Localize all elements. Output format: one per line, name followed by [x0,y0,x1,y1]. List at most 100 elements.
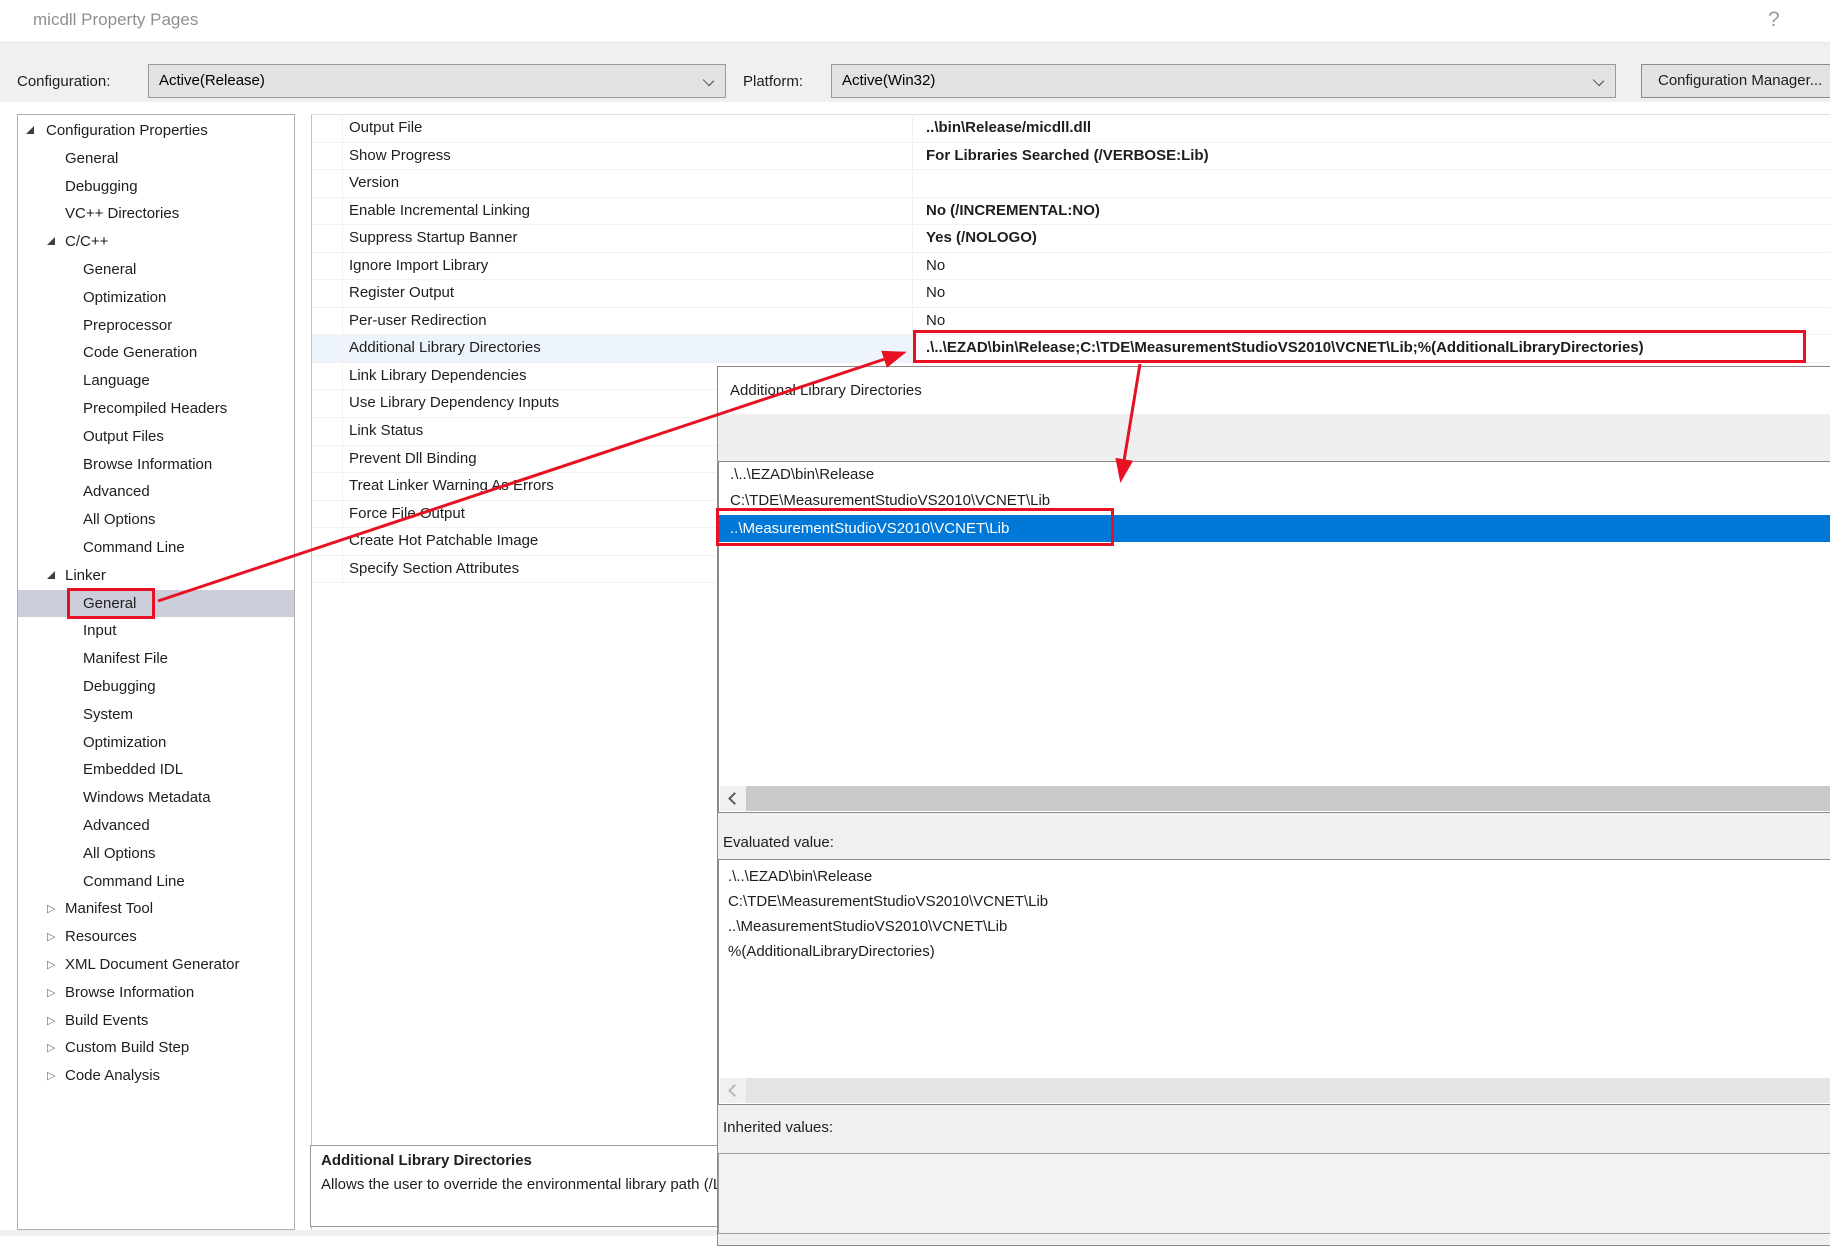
tree-collapsed-icon[interactable]: ▷ [47,1062,55,1090]
property-value[interactable]: For Libraries Searched (/VERBOSE:Lib) [926,143,1209,169]
tree-item-label: Command Line [83,868,185,896]
property-value[interactable]: No [926,253,945,279]
tree-collapsed-icon[interactable]: ▷ [47,1034,55,1062]
tree-item-resources[interactable]: ▷Resources [18,923,294,951]
tree-item-build-events[interactable]: ▷Build Events [18,1007,294,1035]
tree-item-all-options[interactable]: All Options [18,840,294,868]
tree-item-debugging[interactable]: Debugging [18,173,294,201]
tree-item-label: Debugging [83,673,156,701]
tree-item-general[interactable]: General [18,256,294,284]
tree-item-label: Manifest File [83,645,168,673]
tree-item-label: Linker [65,562,106,590]
directory-list-item[interactable]: ..\MeasurementStudioVS2010\VCNET\Lib [719,515,1830,542]
tree-item-label: Browse Information [83,451,212,479]
directory-list-item[interactable]: .\..\EZAD\bin\Release [719,462,1830,488]
tree-item-optimization[interactable]: Optimization [18,284,294,312]
property-row[interactable]: Suppress Startup BannerYes (/NOLOGO) [312,225,1830,253]
tree-item-label: Language [83,367,150,395]
tree-item-vc-directories[interactable]: VC++ Directories [18,200,294,228]
property-row[interactable]: Per-user RedirectionNo [312,308,1830,336]
tree-item-preprocessor[interactable]: Preprocessor [18,312,294,340]
property-row[interactable]: Version [312,170,1830,198]
configuration-dropdown[interactable]: Active(Release) [148,64,726,98]
directory-list-item[interactable]: C:\TDE\MeasurementStudioVS2010\VCNET\Lib [719,488,1830,514]
tree-item-code-generation[interactable]: Code Generation [18,339,294,367]
property-value[interactable]: ..\bin\Release/micdll.dll [926,115,1091,141]
scroll-left-button[interactable] [720,786,746,811]
property-value[interactable]: No (/INCREMENTAL:NO) [926,198,1100,224]
tree-item-label: C/C++ [65,228,108,256]
property-row[interactable]: Ignore Import LibraryNo [312,253,1830,281]
property-row[interactable]: Show ProgressFor Libraries Searched (/VE… [312,143,1830,171]
chevron-down-icon [703,75,714,86]
tree-item-language[interactable]: Language [18,367,294,395]
tree-item-label: Preprocessor [83,312,172,340]
scrollbar-thumb[interactable] [746,786,1830,811]
tree-item-advanced[interactable]: Advanced [18,812,294,840]
tree-item-label: System [83,701,133,729]
tree-expanded-icon[interactable] [26,126,34,134]
tree-item-precompiled-headers[interactable]: Precompiled Headers [18,395,294,423]
tree-expanded-icon[interactable] [47,237,55,245]
tree-expanded-icon[interactable] [47,571,55,579]
evaluated-value-line: .\..\EZAD\bin\Release [719,864,1830,889]
tree-collapsed-icon[interactable]: ▷ [47,1007,55,1035]
tree-item-code-analysis[interactable]: ▷ Code Analysis [18,1062,294,1090]
property-row[interactable]: Enable Incremental Linking No (/INCREMENT… [312,198,1830,226]
tree-item-general[interactable]: General [18,145,294,173]
property-row[interactable]: Register OutputNo [312,280,1830,308]
configuration-manager-button[interactable]: Configuration Manager... [1641,64,1830,98]
property-value[interactable]: No [926,280,945,306]
tree-item-manifest-tool[interactable]: ▷ Manifest Tool [18,895,294,923]
tree-item-output-files[interactable]: Output Files [18,423,294,451]
tree-item-advanced[interactable]: Advanced [18,478,294,506]
tree-item-custom-build-step[interactable]: ▷Custom Build Step [18,1034,294,1062]
tree-item-label: Code Analysis [65,1062,160,1090]
tree-item-windows-metadata[interactable]: Windows Metadata [18,784,294,812]
tree-item-browse-information[interactable]: Browse Information [18,451,294,479]
tree-item-command-line[interactable]: Command Line [18,868,294,896]
tree-item-label: Code Generation [83,339,197,367]
tree-item-xml-document-generator[interactable]: ▷XML Document Generator [18,951,294,979]
tree-item-label: All Options [83,506,156,534]
tree-collapsed-icon[interactable]: ▷ [47,951,55,979]
property-name: Version [312,170,912,197]
tree-item-label: Manifest Tool [65,895,153,923]
tree-item-c-c-[interactable]: C/C++ [18,228,294,256]
tree-item-configuration-properties[interactable]: Configuration Properties [18,117,294,145]
tree-item-label: Input [83,617,116,645]
tree-item-debugging[interactable]: Debugging [18,673,294,701]
tree-item-label: VC++ Directories [65,200,179,228]
property-value[interactable]: No [926,308,945,334]
scrollbar-thumb[interactable] [746,1078,1830,1103]
horizontal-scrollbar[interactable] [720,1078,1830,1103]
tree-item-all-options[interactable]: All Options [18,506,294,534]
tree-item-browse-information[interactable]: ▷Browse Information [18,979,294,1007]
tree-item-input[interactable]: Input [18,617,294,645]
tree-collapsed-icon[interactable]: ▷ [47,979,55,1007]
property-value[interactable]: .\..\EZAD\bin\Release;C:\TDE\Measurement… [926,335,1644,361]
tree-collapsed-icon[interactable]: ▷ [47,923,55,951]
tree-item-system[interactable]: System [18,701,294,729]
directories-list: .\..\EZAD\bin\ReleaseC:\TDE\MeasurementS… [718,461,1830,813]
tree-item-manifest-file[interactable]: Manifest File [18,645,294,673]
tree-item-optimization[interactable]: Optimization [18,729,294,757]
platform-dropdown[interactable]: Active(Win32) [831,64,1616,98]
description-text: Allows the user to override the environm… [321,1176,717,1193]
evaluated-value-line: ..\MeasurementStudioVS2010\VCNET\Lib [719,914,1830,939]
tree-item-command-line[interactable]: Command Line [18,534,294,562]
scroll-left-button[interactable] [720,1078,746,1103]
horizontal-scrollbar[interactable] [720,786,1830,811]
dialog-toolbar-area [718,414,1830,461]
property-name: Enable Incremental Linking [312,198,912,225]
property-row[interactable]: Output File..\bin\Release/micdll.dll [312,115,1830,143]
property-value[interactable]: Yes (/NOLOGO) [926,225,1037,251]
property-row[interactable]: Additional Library Directories.\..\EZAD\… [312,335,1830,363]
configuration-tree: Configuration PropertiesGeneralDebugging… [17,114,295,1230]
help-icon[interactable]: ? [1768,8,1780,32]
tree-item-linker[interactable]: Linker [18,562,294,590]
tree-collapsed-icon[interactable]: ▷ [47,895,55,923]
tree-item-embedded-idl[interactable]: Embedded IDL [18,756,294,784]
tree-item-label: Debugging [65,173,138,201]
tree-item-general[interactable]: General [18,590,294,618]
